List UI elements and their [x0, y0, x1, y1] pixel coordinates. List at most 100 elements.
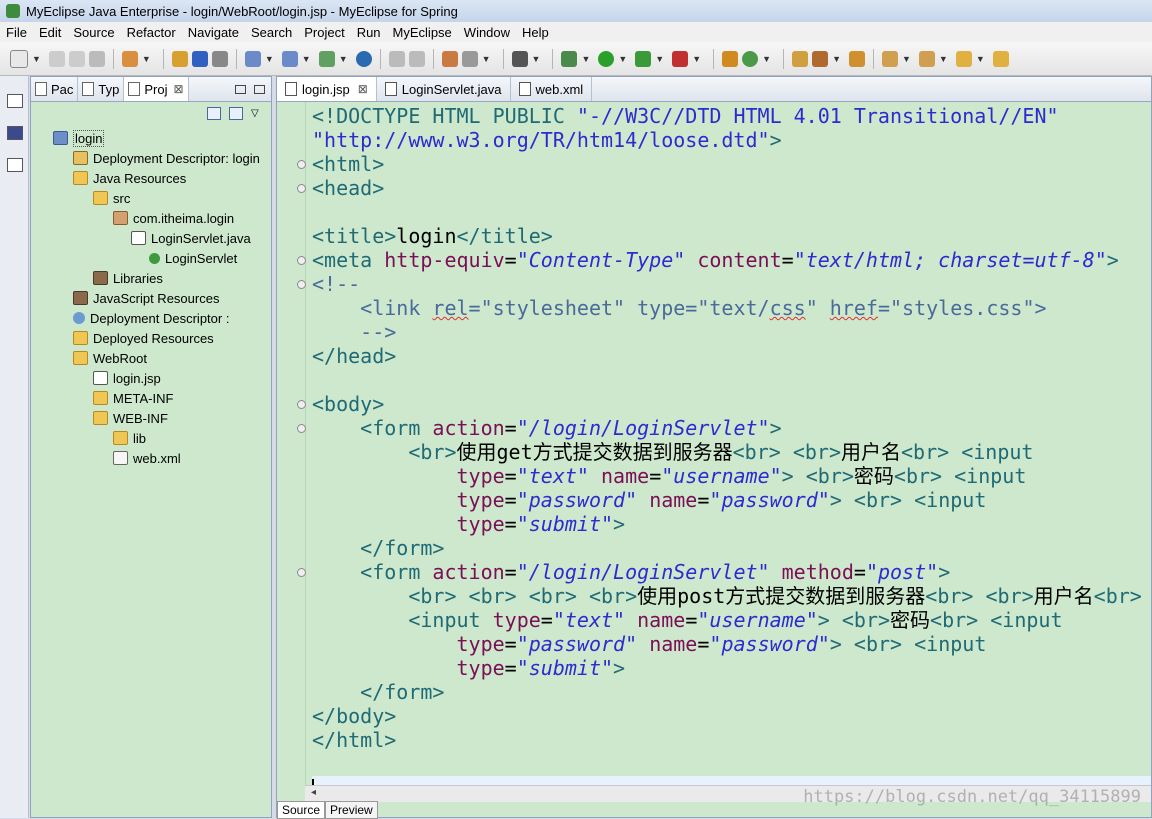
- tree-item[interactable]: login.jsp: [93, 368, 161, 388]
- menu-help[interactable]: Help: [516, 25, 555, 40]
- code-area[interactable]: <!DOCTYPE HTML PUBLIC "-//W3C//DTD HTML …: [312, 104, 1151, 800]
- tree-item[interactable]: web.xml: [113, 448, 181, 468]
- view-menu-icon[interactable]: ▽: [251, 108, 263, 119]
- package-icon[interactable]: [171, 50, 188, 67]
- tree-item[interactable]: WebRoot: [73, 348, 147, 368]
- settings-icon[interactable]: [441, 50, 458, 67]
- chevron-down-icon[interactable]: ▼: [339, 54, 348, 64]
- restore-icon[interactable]: [7, 94, 23, 108]
- connect-icon[interactable]: [388, 50, 405, 67]
- menu-edit[interactable]: Edit: [33, 25, 67, 40]
- menu-navigate[interactable]: Navigate: [182, 25, 245, 40]
- minimize-icon[interactable]: [235, 84, 246, 94]
- open-browser-icon[interactable]: [318, 50, 335, 67]
- new-class-icon[interactable]: [742, 50, 759, 67]
- fold-toggle-icon[interactable]: [297, 184, 306, 193]
- tree-item[interactable]: META-INF: [93, 388, 173, 408]
- deploy-icon[interactable]: [121, 50, 138, 67]
- fold-toggle-icon[interactable]: [297, 160, 306, 169]
- tree-item[interactable]: Libraries: [93, 268, 163, 288]
- chevron-down-icon[interactable]: ▼: [762, 54, 771, 64]
- tree-item[interactable]: LoginServlet.java: [131, 228, 251, 248]
- task-view-icon[interactable]: [7, 158, 23, 172]
- tab-type-hierarchy[interactable]: Typ: [78, 77, 125, 101]
- tree-item[interactable]: LoginServlet: [149, 248, 237, 268]
- chevron-down-icon[interactable]: ▼: [302, 54, 311, 64]
- collapse-all-icon[interactable]: [207, 106, 221, 120]
- camera-icon[interactable]: [511, 50, 528, 67]
- next-annotation-icon[interactable]: [881, 50, 898, 67]
- tab-login-jsp[interactable]: login.jsp ⊠: [277, 77, 377, 101]
- run-coverage-icon[interactable]: [635, 50, 652, 67]
- fold-toggle-icon[interactable]: [297, 568, 306, 577]
- run-server-icon[interactable]: [211, 50, 228, 67]
- tree-item[interactable]: Deployed Resources: [73, 328, 214, 348]
- menu-file[interactable]: File: [0, 25, 33, 40]
- tree-item[interactable]: JavaScript Resources: [73, 288, 219, 308]
- fold-toggle-icon[interactable]: [297, 424, 306, 433]
- chevron-down-icon[interactable]: ▼: [976, 54, 985, 64]
- close-icon[interactable]: ⊠: [174, 82, 184, 96]
- wizard-icon[interactable]: [244, 50, 261, 67]
- tab-project-explorer[interactable]: Proj ⊠: [124, 77, 189, 101]
- tab-loginservlet-java[interactable]: LoginServlet.java: [377, 77, 511, 101]
- chevron-down-icon[interactable]: ▼: [832, 54, 841, 64]
- chevron-down-icon[interactable]: ▼: [618, 54, 627, 64]
- chevron-down-icon[interactable]: ▼: [581, 54, 590, 64]
- chevron-down-icon[interactable]: ▼: [532, 54, 541, 64]
- menu-window[interactable]: Window: [458, 25, 516, 40]
- run-icon[interactable]: [598, 50, 615, 67]
- menu-myeclipse[interactable]: MyEclipse: [387, 25, 458, 40]
- tab-web-xml[interactable]: web.xml: [511, 77, 593, 101]
- chevron-down-icon[interactable]: ▼: [902, 54, 911, 64]
- web-wizard-icon[interactable]: [281, 50, 298, 67]
- server-icon[interactable]: [191, 50, 208, 67]
- previous-annotation-icon[interactable]: [918, 50, 935, 67]
- menu-search[interactable]: Search: [245, 25, 298, 40]
- chevron-down-icon[interactable]: ▼: [939, 54, 948, 64]
- search-icon[interactable]: [812, 50, 829, 67]
- open-type-icon[interactable]: [792, 50, 809, 67]
- tree-item[interactable]: WEB-INF: [93, 408, 168, 428]
- fold-toggle-icon[interactable]: [297, 400, 306, 409]
- tab-package-explorer[interactable]: Pac: [31, 77, 79, 101]
- close-icon[interactable]: ⊠: [358, 82, 368, 96]
- menu-project[interactable]: Project: [298, 25, 350, 40]
- tree-item[interactable]: src: [93, 188, 130, 208]
- link-with-editor-icon[interactable]: [229, 106, 243, 120]
- chevron-down-icon[interactable]: ▼: [655, 54, 664, 64]
- chevron-down-icon[interactable]: ▼: [142, 54, 151, 64]
- tab-preview[interactable]: Preview: [325, 801, 378, 819]
- external-tools-icon[interactable]: [672, 50, 689, 67]
- tree-item[interactable]: Deployment Descriptor :: [73, 308, 229, 328]
- fold-toggle-icon[interactable]: [297, 256, 306, 265]
- tree-item[interactable]: lib: [113, 428, 146, 448]
- forward-icon[interactable]: [992, 50, 1009, 67]
- debug-icon[interactable]: [561, 50, 578, 67]
- chevron-down-icon[interactable]: ▼: [265, 54, 274, 64]
- print-icon[interactable]: [88, 50, 105, 67]
- fold-toggle-icon[interactable]: [297, 280, 306, 289]
- new-icon[interactable]: [10, 49, 28, 68]
- tree-item[interactable]: com.itheima.login: [113, 208, 234, 228]
- chevron-down-icon[interactable]: ▼: [32, 54, 41, 64]
- tree-item[interactable]: Deployment Descriptor: login: [73, 148, 260, 168]
- save-icon[interactable]: [48, 50, 65, 67]
- new-java-project-icon[interactable]: [722, 50, 739, 67]
- back-icon[interactable]: [955, 50, 972, 67]
- globe-icon[interactable]: [355, 50, 372, 67]
- tools-icon[interactable]: [461, 50, 478, 67]
- maximize-icon[interactable]: [254, 84, 265, 94]
- menu-run[interactable]: Run: [351, 25, 387, 40]
- disconnect-icon[interactable]: [408, 50, 425, 67]
- chevron-down-icon[interactable]: ▼: [482, 54, 491, 64]
- tree-item[interactable]: Java Resources: [73, 168, 186, 188]
- scroll-left-icon[interactable]: ◂: [311, 787, 316, 798]
- menu-refactor[interactable]: Refactor: [121, 25, 182, 40]
- save-all-icon[interactable]: [68, 50, 85, 67]
- outline-view-icon[interactable]: [7, 126, 23, 140]
- open-task-icon[interactable]: [848, 50, 865, 67]
- tab-source[interactable]: Source: [277, 801, 326, 819]
- tree-item[interactable]: login: [53, 128, 105, 148]
- menu-source[interactable]: Source: [67, 25, 120, 40]
